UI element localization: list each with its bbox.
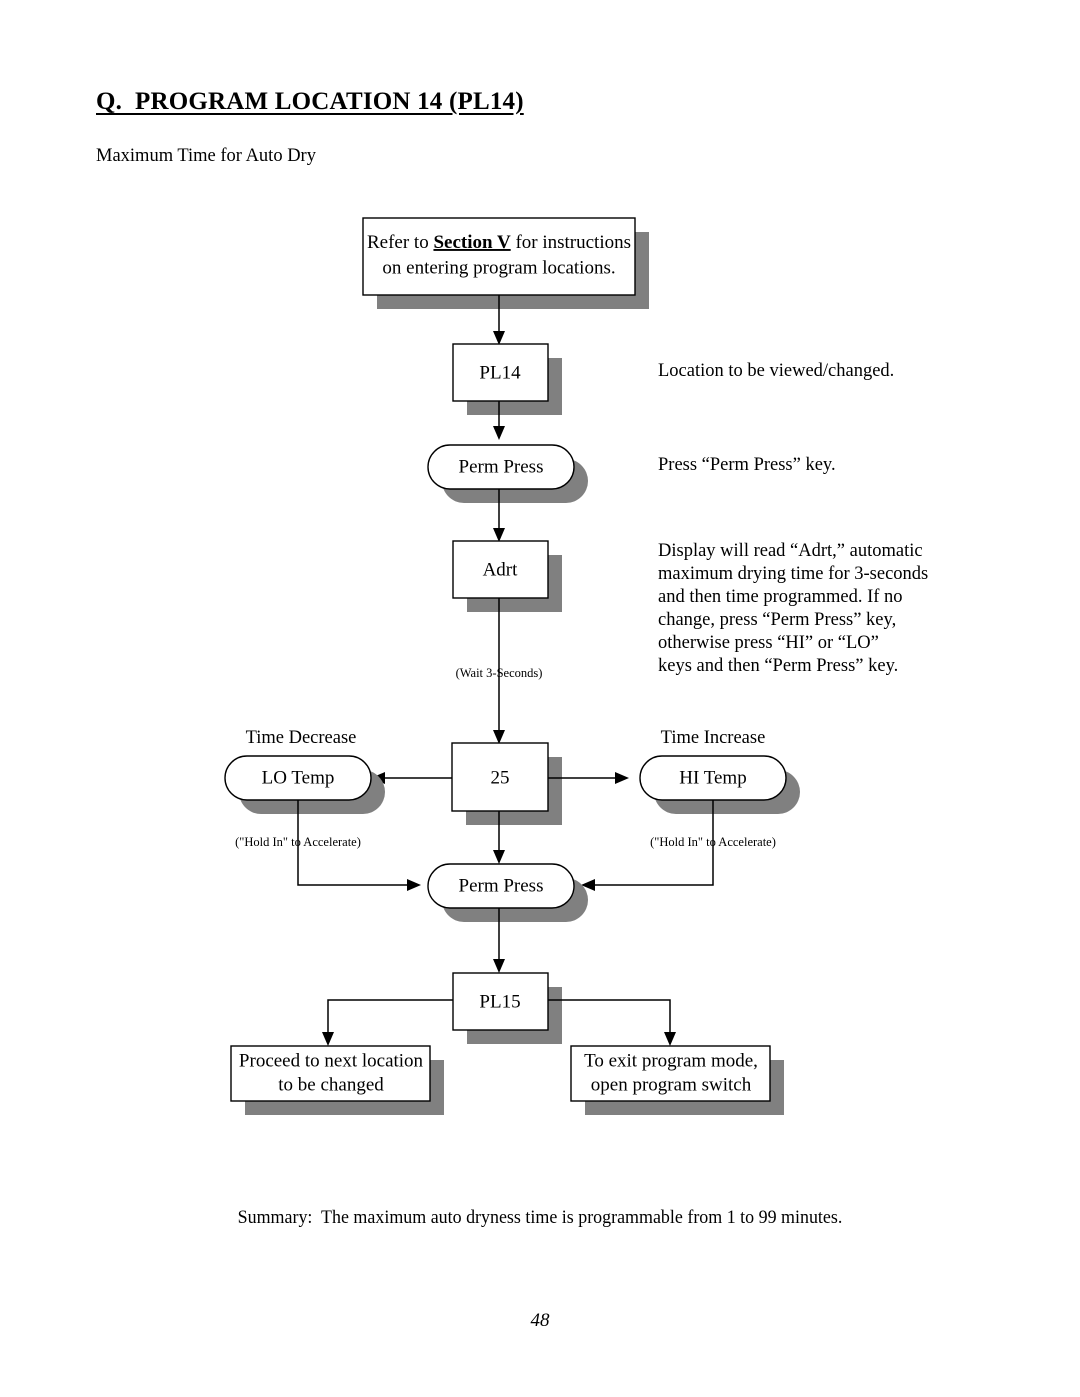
node-perm-press-2: Perm Press xyxy=(427,863,588,922)
lo-temp-label: LO Temp xyxy=(262,767,335,788)
value-label: 25 xyxy=(491,767,510,788)
arrow-head-icon xyxy=(615,772,629,784)
node-hi-temp: HI Temp xyxy=(639,755,800,814)
perm-press-annotation: Press “Perm Press” key. xyxy=(658,455,836,475)
exit-line-1: To exit program mode, xyxy=(584,1050,758,1071)
adrt-label: Adrt xyxy=(483,559,519,580)
arrow-head-icon xyxy=(493,730,505,744)
pl14-annotation: Location to be viewed/changed. xyxy=(658,361,894,381)
adrt-annotation-line-6: keys and then “Perm Press” key. xyxy=(658,656,898,676)
time-decrease-label: Time Decrease xyxy=(246,728,357,748)
document-page: Q. PROGRAM LOCATION 14 (PL14) Maximum Ti… xyxy=(0,0,1080,1397)
node-proceed-next-location: Proceed to next location to be changed xyxy=(230,1045,444,1115)
arrow-head-icon xyxy=(664,1032,676,1046)
adrt-annotation-line-3: and then time programmed. If no xyxy=(658,587,903,607)
arrow-head-icon xyxy=(493,850,505,864)
node-perm-press-1: Perm Press xyxy=(427,444,588,503)
exit-line-2: open program switch xyxy=(591,1074,752,1095)
intro-box-line2: on entering program locations. xyxy=(382,257,615,278)
intro-box-line1: Refer to Section V for instructions xyxy=(367,232,631,253)
pl15-label: PL15 xyxy=(479,991,520,1012)
wait-label: (Wait 3-Seconds) xyxy=(456,666,543,680)
connector-pl15-to-proceed xyxy=(322,999,453,1046)
adrt-annotation-line-2: maximum drying time for 3-seconds xyxy=(658,564,928,584)
page-number: 48 xyxy=(530,1310,550,1331)
hi-temp-label: HI Temp xyxy=(679,767,746,788)
node-lo-temp: LO Temp xyxy=(224,755,385,814)
node-pl15: PL15 xyxy=(452,972,562,1044)
node-adrt: Adrt xyxy=(452,540,562,612)
intro-instruction-node: Refer to Section V for instructions on e… xyxy=(362,217,649,309)
adrt-annotation-line-5: otherwise press “HI” or “LO” xyxy=(658,633,879,653)
arrow-head-icon xyxy=(493,426,505,440)
summary-text: Summary: The maximum auto dryness time i… xyxy=(237,1208,843,1228)
adrt-annotation-line-1: Display will read “Adrt,” automatic xyxy=(658,541,923,561)
proceed-line-2: to be changed xyxy=(278,1074,384,1095)
perm-press-2-label: Perm Press xyxy=(459,875,544,896)
arrow-head-icon xyxy=(407,879,421,891)
perm-press-1-label: Perm Press xyxy=(459,456,544,477)
node-exit-program-mode: To exit program mode, open program switc… xyxy=(570,1045,784,1115)
arrow-head-icon xyxy=(322,1032,334,1046)
node-value: 25 xyxy=(451,742,562,825)
connector-value-to-lo-temp xyxy=(371,772,452,784)
adrt-annotation: Display will read “Adrt,” automatic maxi… xyxy=(658,541,928,676)
node-pl14: PL14 xyxy=(452,343,562,415)
arrow-head-icon xyxy=(493,959,505,973)
arrow-head-icon xyxy=(493,528,505,542)
connector-pl15-to-exit xyxy=(548,999,676,1046)
program-location-flowchart: Refer to Section V for instructions on e… xyxy=(224,217,928,1115)
pl14-label: PL14 xyxy=(479,362,521,383)
arrow-head-icon xyxy=(493,331,505,345)
proceed-line-1: Proceed to next location xyxy=(239,1050,424,1071)
adrt-annotation-line-4: change, press “Perm Press” key, xyxy=(658,610,896,630)
time-increase-label: Time Increase xyxy=(661,728,766,748)
